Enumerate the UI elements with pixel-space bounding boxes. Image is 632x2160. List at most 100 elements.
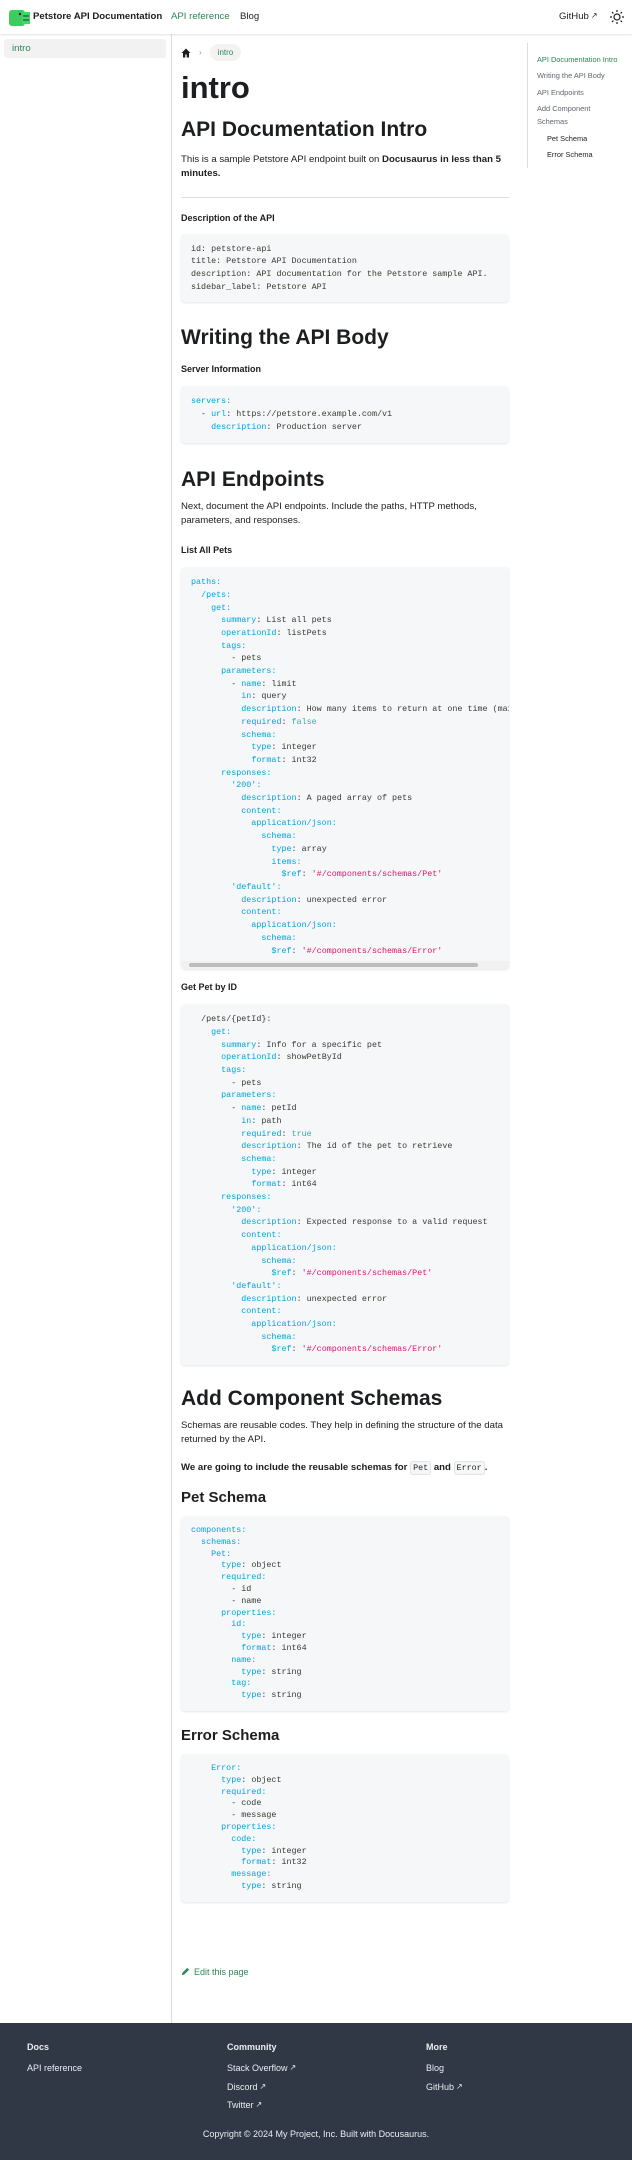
code-line: - name: limit — [191, 678, 499, 691]
code-line: $ref: '#/components/schemas/Pet' — [191, 868, 499, 881]
nav-api-reference[interactable]: API reference — [171, 11, 230, 22]
code-line: required: true — [191, 1128, 499, 1141]
edit-this-page-link[interactable]: Edit this page — [181, 1967, 509, 1977]
code-line: description: Production server — [191, 421, 499, 434]
toc-item-schemas-cont[interactable]: Schemas — [537, 117, 568, 126]
yaml-value: false — [291, 716, 317, 727]
code-line: - pets — [191, 1077, 262, 1088]
yaml-value: int32 — [286, 754, 317, 765]
schemas-bold-end: . — [484, 1461, 488, 1473]
code-line: type: string — [191, 1881, 499, 1893]
heading-pet-schema: Pet Schema — [181, 1489, 267, 1507]
code-line: Pet: — [191, 1548, 232, 1559]
code-line: id: petstore-api — [191, 243, 272, 254]
code-line: description: unexpected error — [191, 1293, 499, 1306]
yaml-value: int32 — [276, 1857, 307, 1868]
code-line: application/json: — [191, 1242, 337, 1253]
code-line: properties: — [191, 1822, 277, 1833]
link-label: Twitter — [227, 2100, 254, 2110]
footer-heading: More — [426, 2042, 448, 2052]
yaml-value: limit — [266, 678, 297, 689]
schemas-bold-paragraph: We are going to include the reusable sch… — [181, 1460, 509, 1475]
yaml-value: List all pets — [261, 615, 332, 626]
yaml-value: true — [291, 1128, 312, 1139]
yaml-key: required — [241, 1128, 282, 1139]
toc-item-error-schema[interactable]: Error Schema — [547, 150, 593, 159]
toc-item-intro[interactable]: API Documentation Intro — [537, 55, 618, 64]
footer-link-twitter[interactable]: Twitter ↗ — [227, 2100, 296, 2119]
footer-link-api-reference[interactable]: API reference — [27, 2063, 82, 2082]
code-line: content: — [191, 907, 282, 918]
yaml-value: Expected response to a valid request — [301, 1217, 488, 1228]
heading-list-all-pets: List All Pets — [181, 545, 233, 556]
external-link-icon: ↗ — [289, 2063, 297, 2072]
heading-error-schema: Error Schema — [181, 1727, 280, 1745]
home-icon[interactable] — [181, 48, 191, 58]
yaml-value: integer — [266, 1631, 307, 1642]
code-line: code: — [191, 1833, 257, 1844]
code-line: schemas: — [191, 1536, 242, 1547]
yaml-value: integer — [276, 1166, 317, 1177]
code-line: parameters: — [191, 1090, 277, 1101]
code-line: - message — [191, 1810, 277, 1821]
code-line: - name: petId — [191, 1102, 499, 1115]
code-block-error-schema: Error: type: object required: - code - m… — [181, 1754, 509, 1902]
external-link-icon: ↗ — [259, 2081, 267, 2091]
nav-github[interactable]: GitHub ↗ — [559, 11, 598, 22]
docusaurus-logo-icon[interactable] — [9, 9, 31, 26]
copyright: Copyright © 2024 My Project, Inc. Built … — [202, 2129, 430, 2139]
yaml-key: in — [241, 1115, 252, 1126]
toc-item-schemas[interactable]: Add Component — [537, 104, 590, 113]
sidebar-item-intro[interactable]: intro — [4, 39, 166, 58]
yaml-value: Info for a specific pet — [261, 1039, 382, 1050]
code-line: paths: — [191, 577, 222, 588]
breadcrumb: › intro — [181, 43, 509, 62]
code-line: message: — [191, 1869, 272, 1880]
footer-link-stackoverflow[interactable]: Stack Overflow ↗ — [227, 2063, 296, 2082]
toc-item-pet-schema[interactable]: Pet Schema — [547, 134, 587, 143]
code-line: description: The id of the pet to retrie… — [191, 1140, 499, 1153]
code-line: schema: — [191, 831, 297, 842]
yaml-key: format — [251, 1179, 282, 1190]
footer-link-github[interactable]: GitHub ↗ — [426, 2082, 463, 2101]
yaml-value: unexpected error — [301, 894, 388, 905]
code-line: application/json: — [191, 920, 337, 931]
code-line: /pets: — [191, 589, 232, 600]
code-line: required: — [191, 1572, 267, 1583]
sun-icon[interactable] — [609, 9, 625, 25]
schemas-paragraph: Schemas are reusable codes. They help in… — [181, 1420, 503, 1446]
code-line: responses: — [191, 1192, 272, 1203]
footer-link-discord[interactable]: Discord ↗ — [227, 2082, 296, 2101]
toc-item-writing[interactable]: Writing the API Body — [537, 71, 605, 80]
code-block-get-pet: /pets/{petId}: get: summary: Info for a … — [181, 1004, 509, 1366]
code-line: type: array — [191, 843, 499, 856]
toc-item-endpoints[interactable]: API Endpoints — [537, 88, 584, 97]
brand-title[interactable]: Petstore API Documentation — [33, 11, 162, 22]
code-block-list-pets[interactable]: paths: /pets: get: summary: List all pet… — [181, 567, 509, 970]
nav-blog[interactable]: Blog — [240, 11, 259, 22]
yaml-value: int64 — [286, 1179, 317, 1190]
code-line: description: API documentation for the P… — [191, 269, 488, 279]
breadcrumb-separator-icon: › — [199, 48, 202, 57]
code-line: '200': — [191, 780, 262, 791]
horizontal-scrollbar[interactable] — [181, 961, 509, 970]
scrollbar-thumb[interactable] — [189, 963, 478, 968]
code-line: Error: — [191, 1763, 242, 1774]
yaml-key: summary — [221, 1039, 257, 1050]
code-line: schema: — [191, 729, 277, 740]
footer-link-blog[interactable]: Blog — [426, 2063, 463, 2082]
